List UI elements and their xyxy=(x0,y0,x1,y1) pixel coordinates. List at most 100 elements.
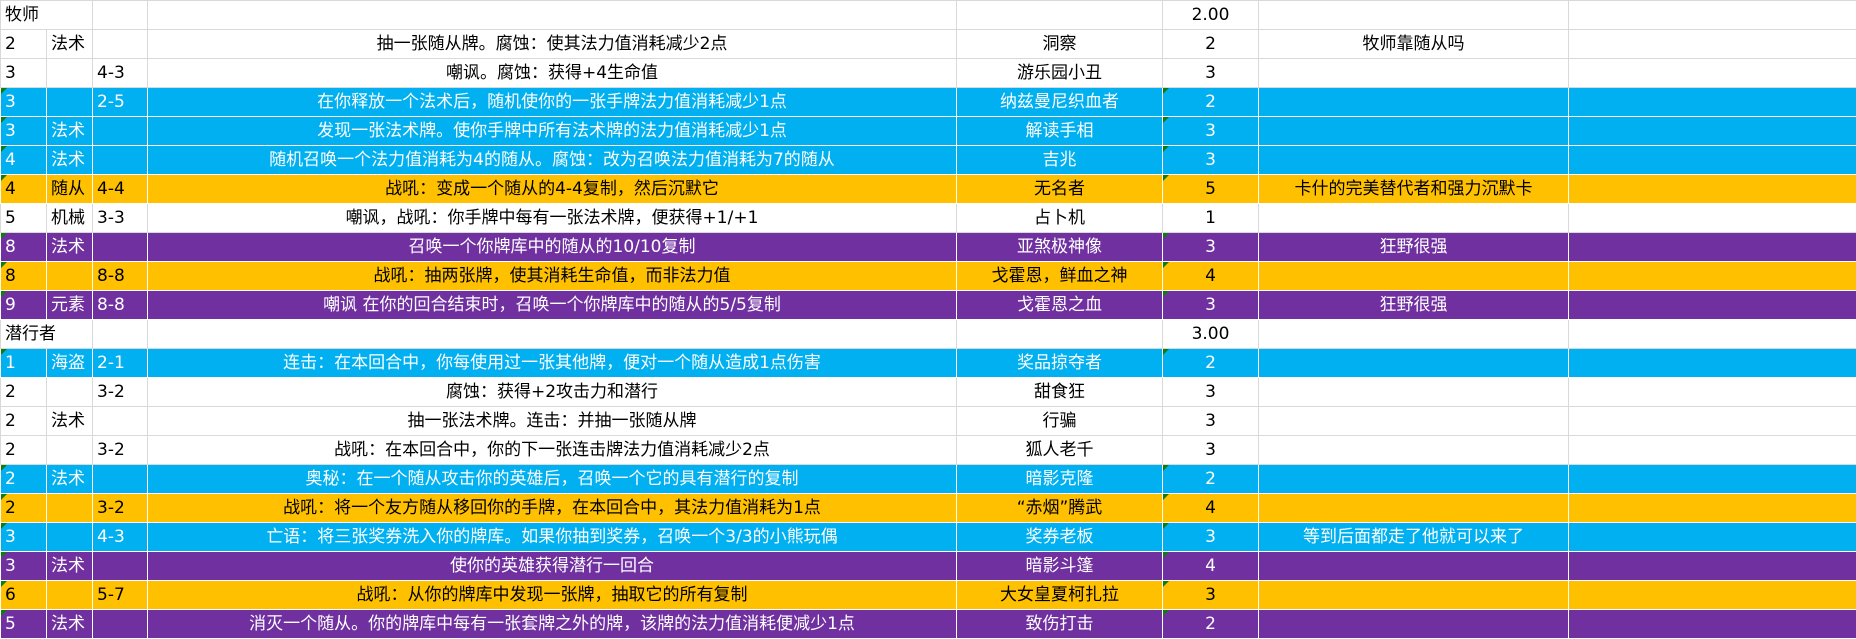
score-cell[interactable]: 4 xyxy=(1163,552,1259,581)
score-cell[interactable]: 3 xyxy=(1163,146,1259,175)
stats-cell[interactable] xyxy=(93,146,148,175)
cost-cell[interactable]: 1 xyxy=(1,349,47,378)
card-name-cell[interactable]: 无名者 xyxy=(957,175,1163,204)
note-cell[interactable] xyxy=(1259,262,1569,291)
description-cell[interactable]: 亡语：将三张奖券洗入你的牌库。如果你抽到奖券，召唤一个3/3的小熊玩偶 xyxy=(148,523,957,552)
empty-cell[interactable] xyxy=(1569,436,1856,465)
card-name-cell[interactable]: 暗影克隆 xyxy=(957,465,1163,494)
stats-cell[interactable]: 2-1 xyxy=(93,349,148,378)
description-cell[interactable]: 抽一张随从牌。腐蚀：使其法力值消耗减少2点 xyxy=(148,30,957,59)
score-cell[interactable]: 3 xyxy=(1163,436,1259,465)
empty-cell[interactable] xyxy=(1569,552,1856,581)
empty-cell[interactable] xyxy=(1569,30,1856,59)
stats-cell[interactable] xyxy=(93,552,148,581)
type-cell[interactable]: 法术 xyxy=(47,465,93,494)
type-cell[interactable]: 随从 xyxy=(47,175,93,204)
note-cell[interactable] xyxy=(1259,552,1569,581)
type-cell[interactable] xyxy=(47,494,93,523)
card-name-cell[interactable]: 戈霍恩，鲜血之神 xyxy=(957,262,1163,291)
note-cell[interactable]: 卡什的完美替代者和强力沉默卡 xyxy=(1259,175,1569,204)
stats-cell[interactable] xyxy=(93,407,148,436)
cost-cell[interactable]: 2 xyxy=(1,465,47,494)
empty-cell[interactable] xyxy=(1569,291,1856,320)
empty-cell[interactable] xyxy=(1569,465,1856,494)
score-cell[interactable]: 3 xyxy=(1163,117,1259,146)
empty-cell[interactable] xyxy=(1569,523,1856,552)
note-cell[interactable] xyxy=(1259,407,1569,436)
type-cell[interactable]: 法术 xyxy=(47,552,93,581)
type-cell[interactable] xyxy=(47,262,93,291)
description-cell[interactable]: 使你的英雄获得潜行一回合 xyxy=(148,552,957,581)
note-cell[interactable] xyxy=(1259,465,1569,494)
empty-cell[interactable] xyxy=(1569,233,1856,262)
description-cell[interactable]: 嘲讽。腐蚀：获得+4生命值 xyxy=(148,59,957,88)
card-name-cell[interactable]: 吉兆 xyxy=(957,146,1163,175)
empty-cell[interactable] xyxy=(1569,349,1856,378)
description-cell[interactable]: 战吼：从你的牌库中发现一张牌，抽取它的所有复制 xyxy=(148,581,957,610)
card-name-cell[interactable]: 洞察 xyxy=(957,30,1163,59)
description-cell[interactable]: 发现一张法术牌。使你手牌中所有法术牌的法力值消耗减少1点 xyxy=(148,117,957,146)
stats-cell[interactable] xyxy=(93,30,148,59)
description-cell[interactable]: 嘲讽，战吼：你手牌中每有一张法术牌，便获得+1/+1 xyxy=(148,204,957,233)
score-cell[interactable]: 4 xyxy=(1163,494,1259,523)
description-cell[interactable]: 消灭一个随从。你的牌库中每有一张套牌之外的牌，该牌的法力值消耗便减少1点 xyxy=(148,610,957,639)
note-cell[interactable]: 等到后面都走了他就可以来了 xyxy=(1259,523,1569,552)
note-cell[interactable] xyxy=(1259,88,1569,117)
cost-cell[interactable]: 3 xyxy=(1,523,47,552)
card-name-cell[interactable]: 致伤打击 xyxy=(957,610,1163,639)
cost-cell[interactable]: 8 xyxy=(1,262,47,291)
cost-cell[interactable]: 5 xyxy=(1,204,47,233)
note-cell[interactable] xyxy=(1259,59,1569,88)
cost-cell[interactable]: 3 xyxy=(1,59,47,88)
type-cell[interactable]: 元素 xyxy=(47,291,93,320)
empty-cell[interactable] xyxy=(1569,320,1856,349)
card-name-cell[interactable]: 暗影斗篷 xyxy=(957,552,1163,581)
cost-cell[interactable]: 6 xyxy=(1,581,47,610)
card-name-cell[interactable]: 解读手相 xyxy=(957,117,1163,146)
score-cell[interactable]: 3 xyxy=(1163,291,1259,320)
note-cell[interactable] xyxy=(1259,494,1569,523)
stats-cell[interactable]: 3-3 xyxy=(93,204,148,233)
cost-cell[interactable]: 2 xyxy=(1,407,47,436)
note-cell[interactable] xyxy=(1259,204,1569,233)
score-cell[interactable]: 3 xyxy=(1163,581,1259,610)
description-cell[interactable]: 连击：在本回合中，你每使用过一张其他牌，便对一个随从造成1点伤害 xyxy=(148,349,957,378)
cost-cell[interactable]: 9 xyxy=(1,291,47,320)
card-name-cell[interactable]: 奖品掠夺者 xyxy=(957,349,1163,378)
empty-cell[interactable] xyxy=(1569,610,1856,639)
card-name-cell[interactable]: 狐人老千 xyxy=(957,436,1163,465)
stats-cell[interactable]: 5-7 xyxy=(93,581,148,610)
description-cell[interactable]: 召唤一个你牌库中的随从的10/10复制 xyxy=(148,233,957,262)
type-cell[interactable]: 法术 xyxy=(47,610,93,639)
score-cell[interactable]: 2 xyxy=(1163,30,1259,59)
empty-cell[interactable] xyxy=(1569,1,1856,30)
score-cell[interactable]: 3 xyxy=(1163,523,1259,552)
cost-cell[interactable]: 8 xyxy=(1,233,47,262)
note-cell[interactable]: 牧师靠随从吗 xyxy=(1259,30,1569,59)
empty-cell[interactable] xyxy=(1259,1,1569,30)
empty-cell[interactable] xyxy=(1569,59,1856,88)
empty-cell[interactable] xyxy=(1569,204,1856,233)
card-name-cell[interactable]: 亚煞极神像 xyxy=(957,233,1163,262)
stats-cell[interactable]: 4-4 xyxy=(93,175,148,204)
description-cell[interactable]: 战吼：将一个友方随从移回你的手牌，在本回合中，其法力值消耗为1点 xyxy=(148,494,957,523)
empty-cell[interactable] xyxy=(1569,494,1856,523)
cost-cell[interactable]: 2 xyxy=(1,436,47,465)
type-cell[interactable] xyxy=(47,523,93,552)
cost-cell[interactable]: 4 xyxy=(1,175,47,204)
score-cell[interactable]: 1 xyxy=(1163,204,1259,233)
score-cell[interactable]: 2 xyxy=(1163,465,1259,494)
card-name-cell[interactable]: 甜食狂 xyxy=(957,378,1163,407)
empty-cell[interactable] xyxy=(1569,117,1856,146)
section-label-cell[interactable]: 潜行者 xyxy=(1,320,93,349)
card-name-cell[interactable]: 行骗 xyxy=(957,407,1163,436)
card-name-cell[interactable]: 纳兹曼尼织血者 xyxy=(957,88,1163,117)
score-cell[interactable]: 2 xyxy=(1163,88,1259,117)
type-cell[interactable]: 法术 xyxy=(47,30,93,59)
type-cell[interactable]: 海盗 xyxy=(47,349,93,378)
stats-cell[interactable]: 3-2 xyxy=(93,436,148,465)
type-cell[interactable] xyxy=(47,59,93,88)
type-cell[interactable] xyxy=(47,88,93,117)
note-cell[interactable] xyxy=(1259,610,1569,639)
cost-cell[interactable]: 2 xyxy=(1,494,47,523)
